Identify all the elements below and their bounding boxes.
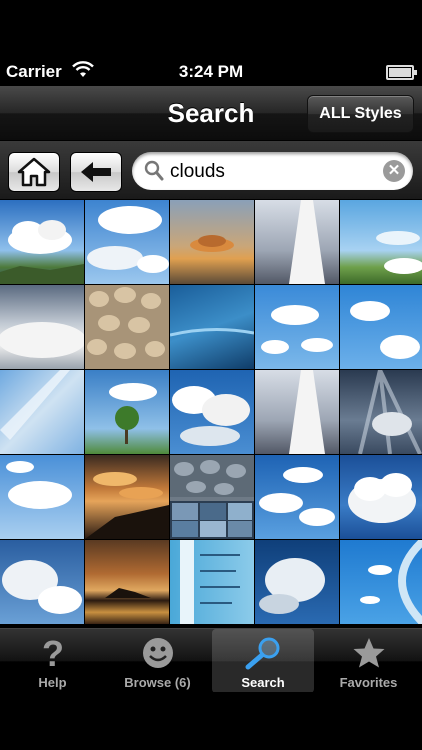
question-icon: ? [42,636,64,670]
grid-thumbnail[interactable] [85,455,169,539]
tab-search-label: Search [241,675,285,690]
grid-thumbnail[interactable] [170,455,254,539]
navigation-bar: Search ALL Styles [0,86,422,141]
grid-thumbnail[interactable] [340,200,422,284]
grid-thumbnail[interactable] [255,200,339,284]
smiley-icon [142,638,173,668]
grid-thumbnail[interactable] [85,540,169,624]
tab-browse[interactable]: Browse (6) [105,629,210,693]
battery-icon [386,65,417,80]
grid-thumbnail[interactable] [0,370,84,454]
grid-thumbnail[interactable] [340,540,422,624]
tab-favorites-label: Favorites [339,675,398,690]
clear-search-button[interactable]: ✕ [383,160,405,182]
back-button[interactable] [70,152,122,192]
home-icon [17,157,51,187]
grid-thumbnail[interactable] [0,285,84,369]
grid-thumbnail[interactable] [170,200,254,284]
svg-text:?: ? [42,636,64,670]
search-query-text: clouds [170,161,225,182]
tab-help-label: Help [38,675,67,690]
grid-thumbnail[interactable] [255,455,339,539]
all-styles-button[interactable]: ALL Styles [307,95,414,133]
grid-thumbnail[interactable] [85,285,169,369]
grid-thumbnail[interactable] [0,540,84,624]
grid-thumbnail[interactable] [255,370,339,454]
tab-search[interactable]: Search [212,629,314,693]
back-arrow-icon [81,162,111,182]
grid-thumbnail[interactable] [0,200,84,284]
grid-thumbnail[interactable] [255,540,339,624]
grid-thumbnail[interactable] [340,370,422,454]
tab-browse-label: Browse (6) [124,675,191,690]
grid-thumbnail[interactable] [0,455,84,539]
grid-thumbnail[interactable] [85,200,169,284]
grid-thumbnail[interactable] [170,370,254,454]
clock: 3:24 PM [178,62,244,81]
search-input[interactable]: clouds ✕ [132,152,413,190]
tab-help[interactable]: ? Help [0,629,105,693]
magnifier-icon [245,637,280,670]
star-icon [353,638,384,668]
tab-bar: ? Help Browse (6) Search Favorites [0,628,422,693]
top-bezel [0,0,422,50]
grid-thumbnail[interactable] [340,455,422,539]
grid-thumbnail[interactable] [255,285,339,369]
search-toolbar: clouds ✕ [0,141,422,199]
home-button[interactable] [8,152,60,192]
bottom-bezel [0,692,422,750]
status-bar: Carrier 3:24 PM [0,56,422,86]
tab-favorites[interactable]: Favorites [316,629,421,693]
grid-thumbnail[interactable] [170,540,254,624]
grid-thumbnail[interactable] [340,285,422,369]
search-icon [144,160,164,181]
grid-thumbnail[interactable] [170,285,254,369]
grid-thumbnail[interactable] [85,370,169,454]
image-grid [0,200,422,628]
